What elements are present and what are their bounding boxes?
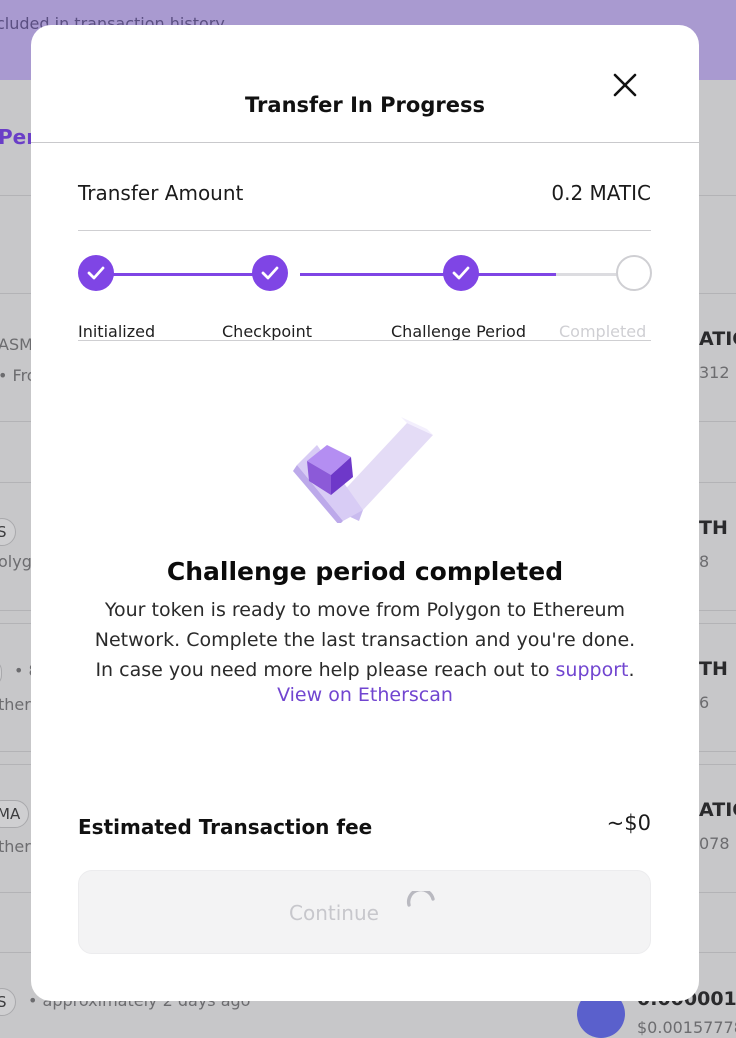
amount: ATIC	[699, 328, 736, 350]
step-label-checkpoint: Checkpoint	[222, 322, 313, 341]
step-connector	[108, 273, 270, 276]
token-badge: MA	[0, 800, 30, 828]
status-description-end: .	[628, 659, 635, 681]
network-text: ther	[0, 695, 31, 714]
checkmark-icon	[87, 266, 105, 280]
step-checkpoint-indicator	[252, 255, 288, 291]
transfer-amount-row: Transfer Amount 0.2 MATIC	[78, 181, 651, 211]
continue-button-label: Continue	[289, 901, 379, 925]
token-badge: S	[0, 988, 16, 1016]
network-text: ther	[0, 837, 31, 856]
header-divider	[31, 142, 699, 143]
transfer-amount-label: Transfer Amount	[78, 181, 244, 205]
amount: TH	[699, 517, 728, 539]
step-label-completed: Completed	[559, 322, 647, 341]
close-button[interactable]	[609, 69, 641, 101]
transfer-modal: Transfer In Progress Transfer Amount 0.2…	[31, 25, 699, 1001]
token-badge: )	[0, 659, 2, 687]
checkmark-icon	[452, 266, 470, 280]
status-description-text: Your token is ready to move from Polygon…	[94, 599, 636, 681]
network-text: olyg	[0, 552, 32, 571]
step-initialized-indicator	[78, 255, 114, 291]
progress-stepper: Initialized Checkpoint Challenge Period …	[78, 255, 652, 341]
token-symbol: ASM	[0, 335, 33, 354]
modal-title: Transfer In Progress	[245, 93, 485, 117]
amount-usd: 8	[699, 552, 710, 571]
token-badge: S	[0, 518, 16, 546]
divider	[78, 230, 651, 231]
checkmark-icon	[261, 266, 279, 280]
step-connector	[474, 273, 556, 276]
checkmark-illustration	[293, 413, 433, 525]
fee-value: ~$0	[606, 811, 651, 835]
loading-spinner-icon	[406, 891, 435, 907]
amount: TH	[699, 658, 728, 680]
view-on-etherscan-link[interactable]: View on Etherscan	[31, 684, 699, 706]
fee-label: Estimated Transaction fee	[78, 815, 373, 839]
amount-usd: 078	[699, 834, 730, 853]
continue-button[interactable]: Continue	[78, 870, 651, 954]
divider	[78, 340, 651, 341]
transfer-amount-value: 0.2 MATIC	[551, 181, 651, 205]
amount: ATIC	[699, 799, 736, 821]
amount-usd: 312	[699, 363, 730, 382]
step-connector	[556, 273, 618, 276]
status-description: Your token is ready to move from Polygon…	[83, 595, 647, 685]
amount-usd: 6	[699, 693, 710, 712]
step-completed-indicator	[616, 255, 652, 291]
support-link[interactable]: support	[556, 659, 629, 681]
step-connector	[300, 273, 444, 276]
status-title: Challenge period completed	[166, 557, 564, 586]
step-label-initialized: Initialized	[78, 322, 156, 341]
close-icon	[613, 73, 637, 97]
step-challenge-period-indicator	[443, 255, 479, 291]
step-label-challenge-period: Challenge Period	[391, 322, 526, 341]
